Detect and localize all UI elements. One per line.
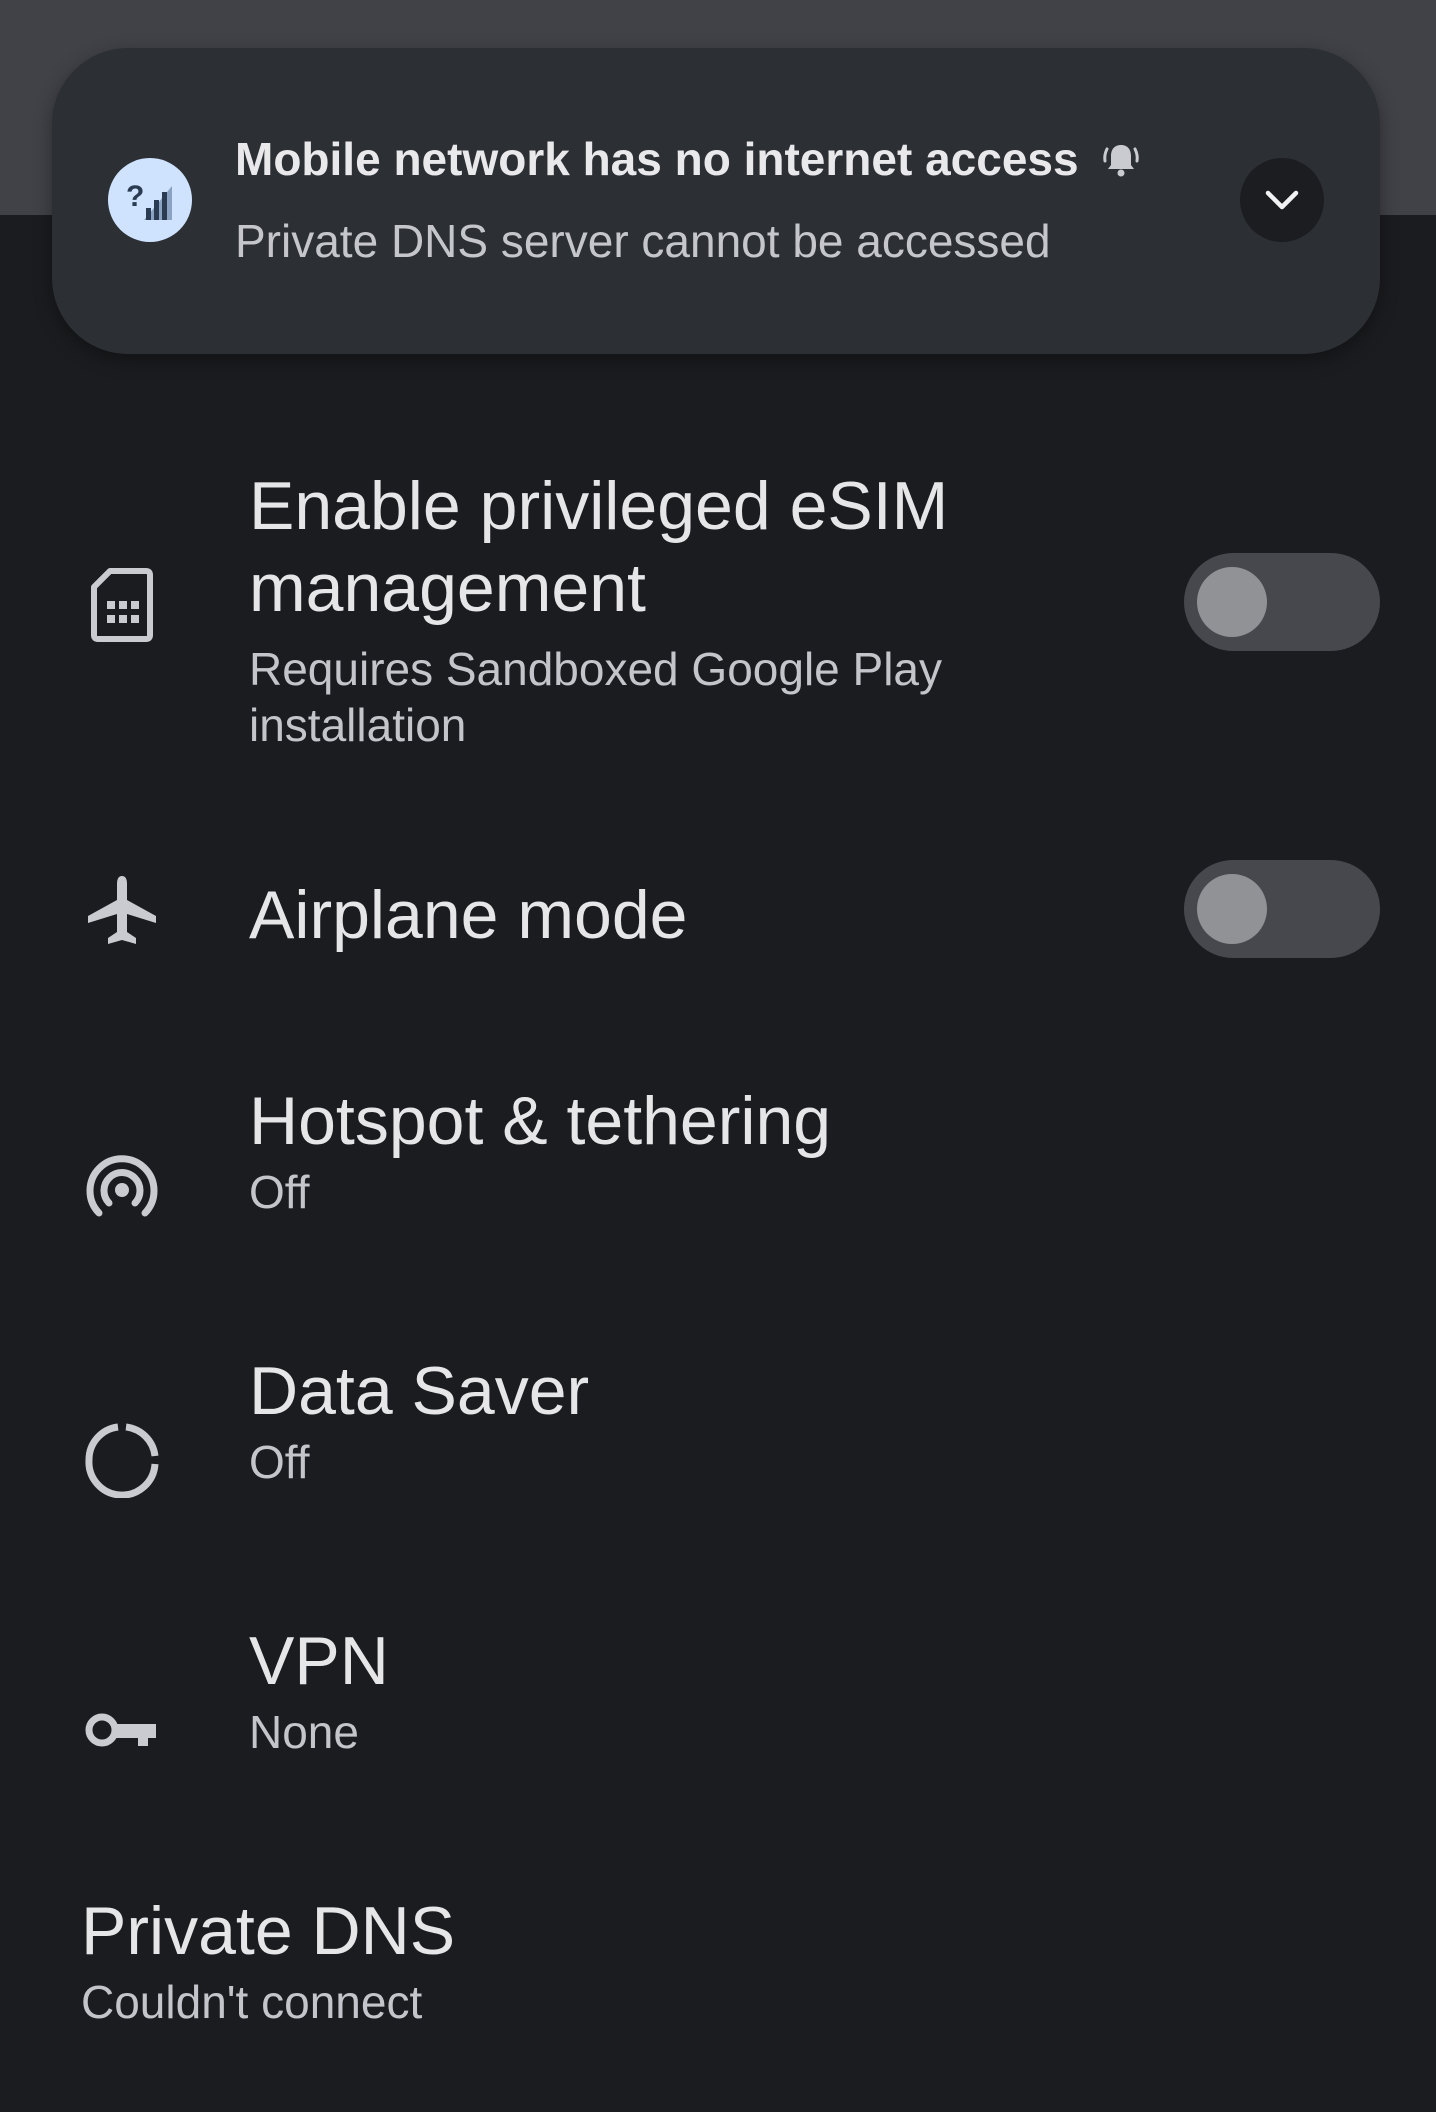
setting-summary: Couldn't connect bbox=[81, 1976, 423, 2028]
network-notification[interactable]: ? Mobile network has no internet access … bbox=[52, 48, 1380, 354]
alerting-bell-icon bbox=[1101, 139, 1141, 179]
svg-text:?: ? bbox=[126, 180, 144, 213]
signal-question-icon: ? bbox=[108, 158, 192, 242]
sim-card-icon bbox=[82, 565, 162, 645]
setting-title: Private DNS bbox=[81, 1893, 456, 1969]
setting-title-continued: management bbox=[249, 550, 646, 626]
setting-title: Airplane mode bbox=[249, 877, 688, 953]
airplane-mode-toggle[interactable] bbox=[1184, 860, 1380, 958]
setting-summary: None bbox=[249, 1706, 359, 1758]
setting-title: Data Saver bbox=[249, 1353, 590, 1429]
data-saver-icon bbox=[82, 1420, 162, 1500]
notification-subtitle: Private DNS server cannot be accessed bbox=[235, 215, 1051, 267]
setting-summary: Requires Sandboxed Google Play bbox=[249, 643, 943, 695]
setting-title: Hotspot & tethering bbox=[249, 1083, 832, 1159]
hotspot-icon bbox=[82, 1150, 162, 1230]
setting-hotspot-tethering[interactable]: Hotspot & tethering Off bbox=[0, 1070, 1436, 1230]
setting-title: Enable privileged eSIM bbox=[249, 468, 949, 544]
setting-summary: Off bbox=[249, 1166, 310, 1218]
expand-notification-button[interactable] bbox=[1240, 158, 1324, 242]
notification-title: Mobile network has no internet access bbox=[235, 132, 1141, 186]
toggle-thumb bbox=[1197, 874, 1267, 944]
setting-private-dns[interactable]: Private DNS Couldn't connect bbox=[0, 1880, 1436, 2040]
notification-title-text: Mobile network has no internet access bbox=[235, 133, 1079, 185]
esim-management-toggle[interactable] bbox=[1184, 553, 1380, 651]
setting-summary: Off bbox=[249, 1436, 310, 1488]
setting-title: VPN bbox=[249, 1623, 389, 1699]
setting-airplane-mode[interactable]: Airplane mode bbox=[0, 850, 1436, 980]
airplane-icon bbox=[82, 870, 162, 950]
setting-summary-continued: installation bbox=[249, 699, 467, 751]
key-icon bbox=[82, 1690, 162, 1770]
toggle-thumb bbox=[1197, 567, 1267, 637]
setting-vpn[interactable]: VPN None bbox=[0, 1610, 1436, 1770]
chevron-down-icon bbox=[1265, 190, 1299, 210]
setting-data-saver[interactable]: Data Saver Off bbox=[0, 1340, 1436, 1500]
setting-esim-management[interactable]: Enable privileged eSIM management Requir… bbox=[0, 455, 1436, 755]
